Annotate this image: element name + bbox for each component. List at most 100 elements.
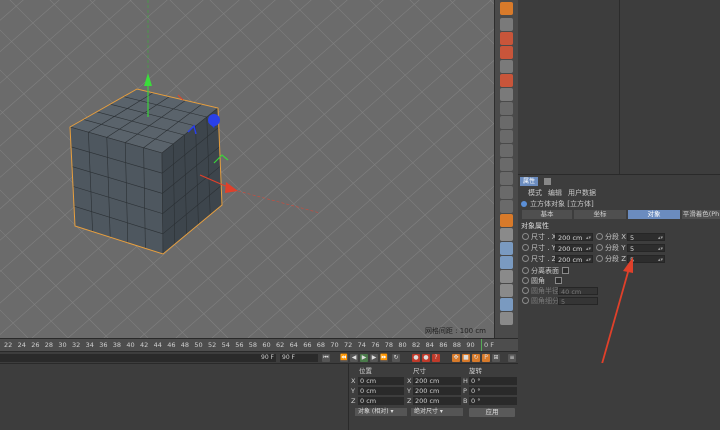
anim-radio[interactable] (522, 297, 529, 304)
next-frame-button[interactable]: ▶ (370, 354, 378, 362)
seg-y-field[interactable]: 5 ▴▾ (627, 244, 665, 253)
tool-icon[interactable] (500, 2, 513, 15)
fillet-label: 圆角 (531, 277, 545, 285)
goto-start-icon-button[interactable]: ⏪ (340, 354, 348, 362)
current-frame-field[interactable]: 90 F (0, 354, 276, 362)
coord-size-y-field[interactable]: 200 cm (413, 387, 461, 395)
tool-icon[interactable] (500, 298, 513, 311)
separate-surfaces-checkbox[interactable] (562, 267, 569, 274)
fillet-checkbox[interactable] (555, 277, 562, 284)
spinner-icon[interactable]: ▴▾ (658, 234, 663, 242)
tool-icon[interactable] (500, 144, 513, 157)
timeline-tick: 50 (194, 341, 203, 349)
tool-icon[interactable] (500, 256, 513, 269)
subtab-basic[interactable]: 基本 (522, 210, 572, 219)
subtab-phong[interactable]: 平滑着色(Ph (682, 210, 720, 219)
tool-icon[interactable] (500, 312, 513, 325)
tool-icon[interactable] (500, 172, 513, 185)
apply-button[interactable]: 应用 (469, 408, 515, 417)
timeline-tick: 34 (85, 341, 94, 349)
subtab-object[interactable]: 对象 (628, 210, 680, 219)
tool-icon[interactable] (500, 284, 513, 297)
tool-icon[interactable] (500, 158, 513, 171)
fillet-radius-label: 圆角半径 (531, 287, 559, 295)
coord-size-x-field[interactable]: 200 cm (413, 377, 461, 385)
pos-y-field[interactable]: 0 cm (358, 387, 404, 395)
timeline-tick: 48 (180, 341, 190, 349)
anim-radio[interactable] (596, 233, 603, 240)
tool-icon[interactable] (500, 228, 513, 241)
size-y-field[interactable]: 200 cm ▴▾ (555, 244, 593, 253)
subtab-coord[interactable]: 坐标 (574, 210, 626, 219)
rot-b-field[interactable]: 0 ° (469, 397, 517, 405)
record-button[interactable]: ● (412, 354, 420, 362)
size-z-label: 尺寸 . Z (531, 255, 557, 263)
pos-z-field[interactable]: 0 cm (358, 397, 404, 405)
rot-h-field[interactable]: 0 ° (469, 377, 517, 385)
coord-size-z-field[interactable]: 200 cm (413, 397, 461, 405)
material-manager-panel[interactable] (0, 363, 348, 430)
anim-radio[interactable] (596, 244, 603, 251)
rot-b-value: 0 ° (471, 397, 481, 405)
size-y-axis-label: Y (407, 387, 411, 395)
size-mode-dropdown[interactable]: 绝对尺寸 ▾ (411, 408, 463, 416)
timeline-tick: 46 (167, 341, 176, 349)
anim-radio[interactable] (522, 244, 529, 251)
rot-p-field[interactable]: 0 ° (469, 387, 517, 395)
spinner-icon[interactable]: ▴▾ (658, 256, 663, 264)
tool-icon[interactable] (500, 88, 513, 101)
pla-key-button[interactable]: ⊞ (492, 354, 500, 362)
autokey-button[interactable]: ● (422, 354, 430, 362)
spinner-icon[interactable]: ▴▾ (586, 245, 591, 253)
attributes-panel-lower (518, 363, 720, 429)
timeline-menu-button[interactable]: ≡ (508, 354, 516, 362)
coord-mode-dropdown[interactable]: 对象 (相对) ▾ (355, 408, 407, 416)
layers-icon[interactable] (544, 178, 551, 185)
tool-icon[interactable] (500, 214, 513, 227)
3d-viewport[interactable]: 网格间距 : 100 cm (0, 0, 494, 338)
anim-radio[interactable] (522, 287, 529, 294)
tab-attributes[interactable]: 属性 (520, 177, 539, 186)
timeline-ruler[interactable]: 22 24 26 28 30 32 34 36 38 40 42 44 46 48 50 52 54 56 58 60… (0, 338, 518, 352)
tool-icon[interactable] (500, 200, 513, 213)
tool-icon[interactable] (500, 32, 513, 45)
size-z-axis-label: Z (407, 397, 412, 405)
scale-key-button[interactable]: ■ (462, 354, 470, 362)
menu-edit[interactable]: 编辑 (548, 189, 562, 197)
seg-y-value: 5 (630, 245, 635, 253)
tool-icon[interactable] (500, 18, 513, 31)
prev-frame-button[interactable]: ◀ (350, 354, 358, 362)
tool-icon[interactable] (500, 130, 513, 143)
keyframe-button[interactable]: ? (432, 354, 440, 362)
tool-icon[interactable] (500, 74, 513, 87)
spinner-icon[interactable]: ▴▾ (586, 234, 591, 242)
loop-button[interactable]: ↻ (392, 354, 400, 362)
menu-user-data[interactable]: 用户数据 (568, 189, 596, 197)
goto-start-button[interactable]: ⏮ (322, 354, 330, 362)
tool-icon[interactable] (500, 242, 513, 255)
max-frame-field[interactable]: 90 F (280, 354, 318, 362)
play-button[interactable]: ▶ (360, 354, 368, 362)
anim-radio[interactable] (522, 233, 529, 240)
tool-icon[interactable] (500, 102, 513, 115)
tool-icon[interactable] (500, 270, 513, 283)
tool-icon[interactable] (500, 116, 513, 129)
menu-mode[interactable]: 模式 (528, 189, 542, 197)
size-x-field[interactable]: 200 cm ▴▾ (555, 233, 593, 242)
spinner-icon[interactable]: ▴▾ (658, 245, 663, 253)
move-key-button[interactable]: ✥ (452, 354, 460, 362)
goto-end-button[interactable]: ⏩ (380, 354, 388, 362)
anim-radio[interactable] (522, 277, 529, 284)
tool-icon[interactable] (500, 186, 513, 199)
rotate-key-button[interactable]: ↻ (472, 354, 480, 362)
seg-x-field[interactable]: 5 ▴▾ (627, 233, 665, 242)
anim-radio[interactable] (522, 267, 529, 274)
grid-spacing-label: 网格间距 : 100 cm (424, 327, 486, 335)
tool-icon[interactable] (500, 60, 513, 73)
object-manager-panel[interactable] (518, 0, 720, 174)
pos-x-field[interactable]: 0 cm (358, 377, 404, 385)
tool-icon[interactable] (500, 46, 513, 59)
param-key-button[interactable]: P (482, 354, 490, 362)
anim-radio[interactable] (522, 255, 529, 262)
pos-y-value: 0 cm (360, 387, 377, 395)
